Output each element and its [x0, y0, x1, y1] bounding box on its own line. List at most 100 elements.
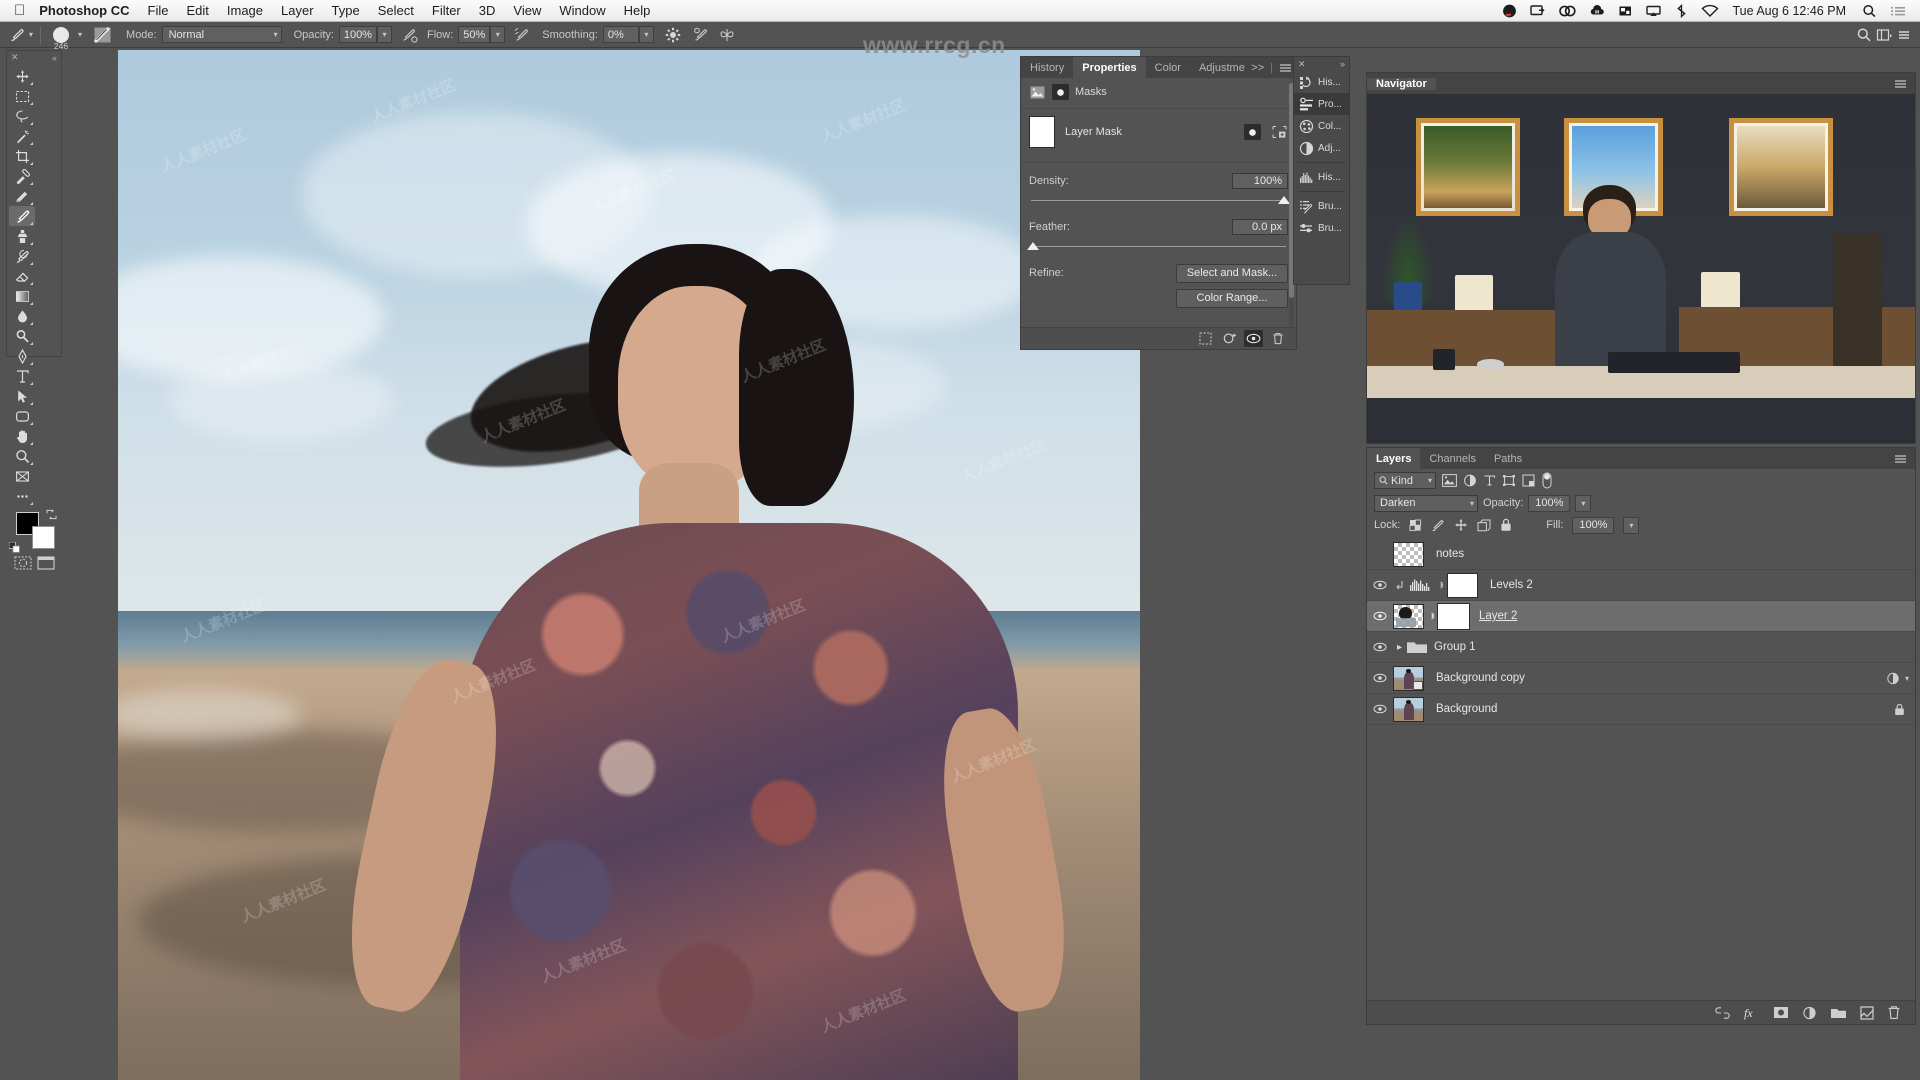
- add-layer-mask-icon[interactable]: [1773, 1006, 1789, 1019]
- lock-all-icon[interactable]: [1500, 518, 1512, 532]
- tab-channels[interactable]: Channels: [1420, 448, 1484, 469]
- brush-angle-icon[interactable]: [691, 25, 711, 45]
- search-icon[interactable]: [1854, 25, 1874, 45]
- rectangular-marquee-tool[interactable]: [9, 86, 35, 106]
- tool-preset-picker[interactable]: ▾: [0, 26, 33, 44]
- brush-size-preview[interactable]: 246: [48, 24, 74, 51]
- layer-visibility-toggle[interactable]: [1367, 704, 1393, 714]
- workspace-switcher-icon[interactable]: [1874, 25, 1894, 45]
- tab-color[interactable]: Color: [1146, 57, 1190, 78]
- menu-select[interactable]: Select: [378, 3, 414, 18]
- menu-layer[interactable]: Layer: [281, 3, 314, 18]
- dock-item-properties[interactable]: Pro...: [1294, 93, 1349, 115]
- dock-item-history[interactable]: His...: [1294, 71, 1349, 93]
- color-range-button[interactable]: Color Range...: [1176, 288, 1288, 308]
- vector-mask-icon[interactable]: [1052, 84, 1069, 100]
- table-row[interactable]: ▸ Group 1: [1367, 632, 1915, 663]
- dock-item-histogram[interactable]: His...: [1294, 166, 1349, 188]
- delete-mask-icon[interactable]: [1268, 330, 1287, 347]
- layer-mask-thumbnail[interactable]: [1437, 602, 1470, 630]
- feather-slider[interactable]: [1027, 242, 1286, 250]
- layer-visibility-toggle[interactable]: [1367, 642, 1393, 652]
- tab-layers[interactable]: Layers: [1367, 448, 1421, 469]
- density-input[interactable]: 100%: [1232, 173, 1288, 189]
- layer-mask-thumbnail[interactable]: [1029, 116, 1055, 148]
- lock-image-icon[interactable]: [1431, 519, 1445, 532]
- zoom-tool[interactable]: [9, 446, 35, 466]
- flow-input[interactable]: 50%: [458, 26, 491, 43]
- layer-visibility-toggle[interactable]: [1367, 611, 1393, 621]
- screen-mode-icon[interactable]: [36, 556, 55, 570]
- eraser-tool[interactable]: [9, 266, 35, 286]
- gear-icon[interactable]: [663, 25, 683, 45]
- bluetooth-icon[interactable]: [1675, 3, 1688, 18]
- collapse-double-chevron-icon[interactable]: «: [52, 53, 57, 63]
- menu-list-icon[interactable]: [1890, 4, 1907, 18]
- layer-thumbnail[interactable]: [1393, 696, 1424, 722]
- lock-artboard-icon[interactable]: [1477, 519, 1491, 532]
- layer-name[interactable]: Group 1: [1434, 641, 1476, 653]
- layer-style-fx-icon[interactable]: fx: [1744, 1006, 1760, 1020]
- move-tool[interactable]: [9, 66, 35, 86]
- panel-menu-icon[interactable]: [1894, 448, 1907, 469]
- smoothing-chevron-button[interactable]: ▾: [638, 26, 654, 43]
- layer-thumbnail[interactable]: [1393, 665, 1424, 691]
- document-window[interactable]: 人人素材社区 人人素材社区 人人素材社区 人人素材社区 人人素材社区 人人素材社…: [118, 50, 1140, 1080]
- menu-image[interactable]: Image: [227, 3, 263, 18]
- path-selection-tool[interactable]: [9, 386, 35, 406]
- menu-file[interactable]: File: [148, 3, 169, 18]
- tab-overflow-button[interactable]: >>: [1251, 62, 1264, 74]
- link-mask-icon[interactable]: [1433, 579, 1447, 591]
- new-group-icon[interactable]: [1830, 1006, 1847, 1020]
- filter-toggle-switch-icon[interactable]: [1541, 472, 1553, 489]
- close-icon[interactable]: ✕: [11, 52, 19, 63]
- flow-chevron-button[interactable]: ▾: [490, 26, 506, 43]
- pressure-opacity-icon[interactable]: [399, 25, 419, 45]
- tab-history[interactable]: History: [1021, 57, 1073, 78]
- group-expand-chevron-right-icon[interactable]: ▸: [1393, 642, 1406, 653]
- app-name-menu[interactable]: Photoshop CC: [39, 3, 129, 18]
- dock-item-color[interactable]: Col...: [1294, 115, 1349, 137]
- feather-slider-knob[interactable]: [1027, 242, 1039, 250]
- navigator-preview[interactable]: [1367, 94, 1915, 443]
- lasso-tool[interactable]: [9, 106, 35, 126]
- filter-shape-icon[interactable]: [1502, 474, 1516, 487]
- layer-mask-thumbnail[interactable]: [1447, 572, 1478, 598]
- new-layer-icon[interactable]: [1860, 1005, 1874, 1020]
- select-and-mask-button[interactable]: Select and Mask...: [1176, 263, 1288, 283]
- edit-toolbar-tool[interactable]: [9, 466, 35, 486]
- spot-healing-brush-tool[interactable]: [9, 186, 35, 206]
- tab-adjustments[interactable]: Adjustme: [1190, 57, 1254, 78]
- dropbox-icon[interactable]: [1502, 4, 1517, 18]
- brush-tool[interactable]: [9, 206, 35, 226]
- table-row[interactable]: Background copy ▾: [1367, 663, 1915, 694]
- background-color-swatch[interactable]: [32, 526, 55, 549]
- airplay-icon[interactable]: [1646, 4, 1662, 18]
- layer-name[interactable]: Background copy: [1436, 672, 1525, 684]
- blur-tool[interactable]: [9, 306, 35, 326]
- menu-bar-clock[interactable]: Tue Aug 6 12:46 PM: [1732, 4, 1846, 18]
- mask-from-selection-icon[interactable]: [1271, 124, 1288, 140]
- layer-thumbnail[interactable]: [1393, 541, 1424, 567]
- layer-thumbnail[interactable]: [1393, 603, 1424, 629]
- symmetry-butterfly-icon[interactable]: [717, 25, 737, 45]
- delete-layer-icon[interactable]: [1887, 1005, 1901, 1020]
- table-row[interactable]: Levels 2: [1367, 570, 1915, 601]
- fill-chevron-button[interactable]: ▾: [1623, 516, 1640, 534]
- expand-double-chevron-icon[interactable]: »: [1340, 59, 1345, 69]
- hand-tool[interactable]: [9, 426, 35, 446]
- creative-cloud-icon[interactable]: [1559, 4, 1577, 18]
- brush-preset-chevron-down-icon[interactable]: ▾: [78, 30, 82, 39]
- menu-edit[interactable]: Edit: [186, 3, 208, 18]
- layer-opacity-chevron-button[interactable]: ▾: [1575, 494, 1592, 512]
- pixel-mask-icon[interactable]: [1029, 84, 1046, 100]
- dock-item-brush-settings[interactable]: Bru...: [1294, 195, 1349, 217]
- close-icon[interactable]: ✕: [1298, 59, 1306, 70]
- search-icon[interactable]: [1862, 4, 1877, 18]
- levels-adjustment-icon[interactable]: [1407, 578, 1433, 592]
- layers-list[interactable]: notes Levels 2 Layer 2 ▸ Group 1 Backgro…: [1367, 539, 1915, 1002]
- load-selection-icon[interactable]: [1196, 330, 1215, 347]
- eyedropper-tool[interactable]: [9, 166, 35, 186]
- feather-input[interactable]: 0.0 px: [1232, 219, 1288, 235]
- smoothing-input[interactable]: 0%: [602, 26, 639, 43]
